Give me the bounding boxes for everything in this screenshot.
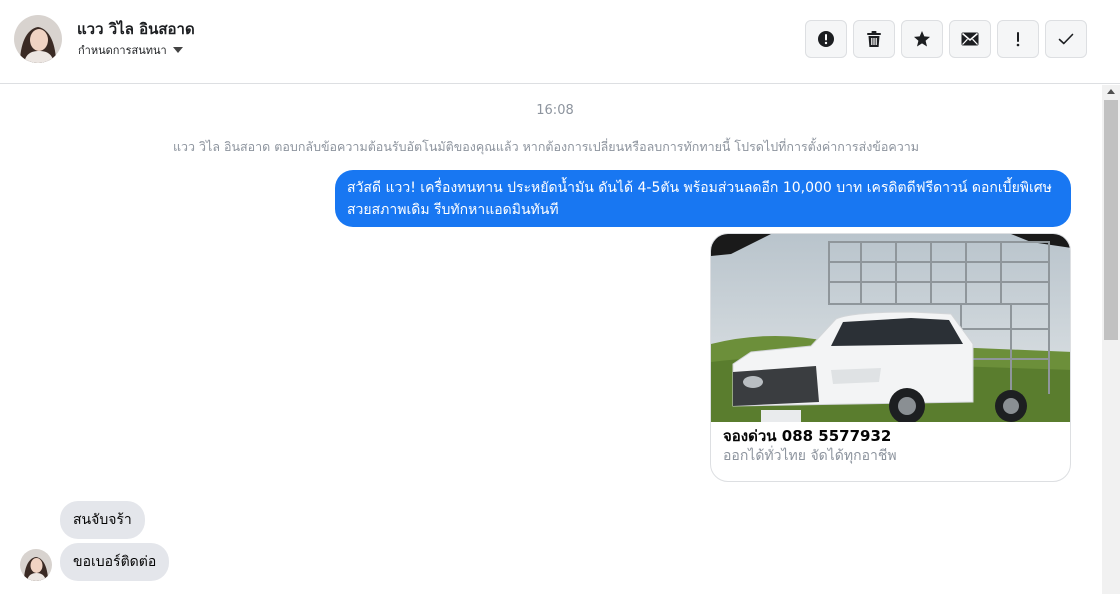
pickup-truck-image <box>711 234 1070 422</box>
outgoing-message-bubble[interactable]: สวัสดี แวว! เครื่องทนทาน ประหยัดน้ำมัน ด… <box>335 170 1071 227</box>
checkmark-icon <box>1058 33 1074 45</box>
mark-unread-button[interactable] <box>949 20 991 58</box>
contact-name[interactable]: แวว วิไล อินสอาด <box>77 17 195 41</box>
incoming-message-bubble[interactable]: ขอเบอร์ติดต่อ <box>60 543 170 581</box>
incoming-message-bubble[interactable]: สนจับจร้า <box>60 501 145 539</box>
thread-scrollbar[interactable] <box>1102 85 1120 594</box>
caret-down-icon <box>172 47 183 53</box>
follow-up-button[interactable] <box>997 20 1039 58</box>
trash-icon <box>867 31 881 47</box>
card-subtitle: ออกได้ทั่วไทย จัดได้ทุกอาชีพ <box>723 448 897 464</box>
star-button[interactable] <box>901 20 943 58</box>
attachment-card[interactable]: จองด่วน 088 5577932 ออกได้ทั่วไทย จัดได้… <box>710 233 1071 482</box>
conversation-header: แวว วิไล อินสอาด กำหนดการสนทนา <box>0 0 1120 84</box>
delete-button[interactable] <box>853 20 895 58</box>
assign-conversation-dropdown[interactable]: กำหนดการสนทนา <box>78 41 183 59</box>
envelope-icon <box>961 32 979 46</box>
contact-avatar[interactable] <box>14 15 62 63</box>
message-thread[interactable]: 16:08 แวว วิไล อินสอาด ตอบกลับข้อความต้อ… <box>0 85 1102 594</box>
sender-avatar[interactable] <box>20 549 52 581</box>
assign-conversation-label: กำหนดการสนทนา <box>78 44 167 57</box>
scrollbar-thumb[interactable] <box>1104 100 1118 340</box>
conversation-actions <box>805 20 1087 58</box>
message-timestamp: 16:08 <box>536 103 574 118</box>
exclamation-icon <box>1016 32 1020 47</box>
mark-done-button[interactable] <box>1045 20 1087 58</box>
scroll-up-arrow-icon[interactable] <box>1107 89 1115 94</box>
alert-circle-icon <box>818 31 834 47</box>
star-icon <box>914 31 930 47</box>
inbox-conversation-window: แวว วิไล อินสอาด กำหนดการสนทนา 16:08 แวว… <box>0 0 1120 594</box>
mark-spam-button[interactable] <box>805 20 847 58</box>
auto-reply-notice: แวว วิไล อินสอาด ตอบกลับข้อความต้อนรับอั… <box>172 139 920 154</box>
